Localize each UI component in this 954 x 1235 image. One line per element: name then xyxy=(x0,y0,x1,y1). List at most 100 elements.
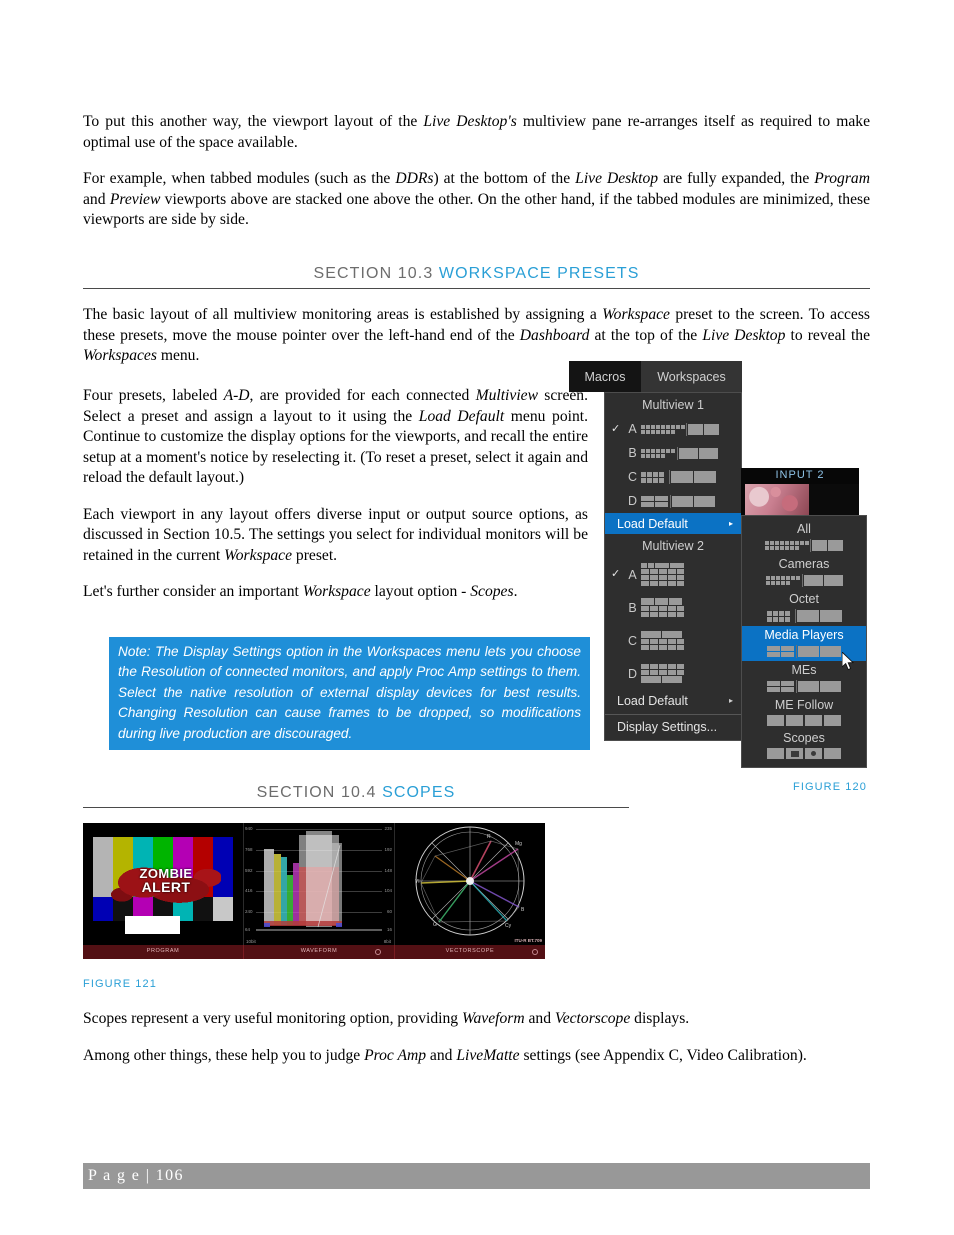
paragraph-8: Among other things, these help you to ju… xyxy=(83,1046,807,1064)
paragraph-5: Each viewport in any layout offers diver… xyxy=(83,505,588,564)
section-rule xyxy=(83,288,870,289)
document-page: To put this another way, the viewport la… xyxy=(0,0,954,1235)
load-default-submenu: All Cameras Octet Media Players MEs ME F… xyxy=(741,515,867,768)
layout-preview-icon xyxy=(742,715,866,726)
submenu-item-cameras[interactable]: Cameras xyxy=(742,555,866,590)
paragraph-6: Let's further consider an important Work… xyxy=(83,583,518,600)
layout-preview-icon xyxy=(641,664,684,683)
preset-letter: D xyxy=(627,666,638,681)
chevron-right-icon: ▸ xyxy=(728,519,733,528)
layout-preview-icon xyxy=(742,539,866,552)
figure-121-caption: FIGURE 121 xyxy=(83,978,157,990)
menu-item-load-default-mv2[interactable]: Load Default ▸ xyxy=(605,690,741,711)
workspaces-menu-widget: Macros Workspaces Multiview 1 ✓ A B C D … xyxy=(569,361,742,741)
submenu-item-me-follow[interactable]: ME Follow xyxy=(742,696,866,729)
chevron-right-icon: ▸ xyxy=(728,696,733,705)
preset-letter: D xyxy=(627,494,638,508)
thumbnail-black-area xyxy=(809,484,859,516)
group-header-multiview-2: Multiview 2 xyxy=(642,539,704,553)
preset-letter: B xyxy=(628,600,637,615)
submenu-label: Octet xyxy=(789,592,819,606)
zombie-alert-overlay: ZOMBIE ALERT xyxy=(111,861,221,909)
preset-row-mv1-d[interactable]: D xyxy=(605,489,741,513)
intro-paragraphs: To put this another way, the viewport la… xyxy=(83,112,870,247)
submenu-item-all[interactable]: All xyxy=(742,520,866,555)
vectorscope-panel: R Mg B Cy G Yl ITU-R BT.709 xyxy=(395,823,545,945)
vs-target-B: B xyxy=(521,907,525,913)
preset-row-mv2-b[interactable]: B xyxy=(605,591,741,624)
menu-item-load-default-mv1[interactable]: Load Default ▸ xyxy=(605,513,741,534)
figure-120-caption: FIGURE 120 xyxy=(793,781,867,793)
submenu-item-scopes[interactable]: Scopes xyxy=(742,729,866,762)
layout-preview-icon xyxy=(641,563,684,586)
submenu-label: ME Follow xyxy=(774,698,834,712)
group-header-multiview-1: Multiview 1 xyxy=(642,398,704,412)
section-title-10-4: SECTION 10.4 SCOPES xyxy=(256,784,456,801)
submenu-label: Cameras xyxy=(778,557,830,571)
scopes-figure-image: ZOMBIE ALERT 940 768 592 416 240 64 235 … xyxy=(83,823,545,959)
preset-letter: A xyxy=(628,567,637,582)
preset-row-mv1-b[interactable]: B xyxy=(605,441,741,465)
zombie-alert-text: ZOMBIE ALERT xyxy=(111,867,221,895)
load-default-label: Load Default xyxy=(617,516,688,531)
section-rule xyxy=(83,807,629,808)
menu-item-display-settings[interactable]: Display Settings... xyxy=(605,715,741,738)
tab-macros[interactable]: Macros xyxy=(569,361,641,392)
waveform-scope-panel: 940 768 592 416 240 64 235 192 148 104 6… xyxy=(244,823,394,945)
section-10-3-intro: The basic layout of all multiview monito… xyxy=(83,305,870,383)
display-settings-label: Display Settings... xyxy=(617,719,718,734)
vs-target-Cy: Cy xyxy=(505,923,512,929)
workspaces-dropdown: Multiview 1 ✓ A B C D Load Default ▸ Mul… xyxy=(604,392,742,741)
panel-label-program: PROGRAM xyxy=(146,948,180,954)
layout-preview-icon xyxy=(641,422,719,436)
program-monitor-panel: ZOMBIE ALERT xyxy=(83,823,243,945)
layout-preview-icon xyxy=(641,598,684,617)
vs-target-G: G xyxy=(433,922,437,928)
page-footer: P a g e | 106 xyxy=(83,1163,870,1189)
section-heading-10-4: SECTION 10.4 SCOPES xyxy=(83,784,629,808)
vs-target-R: R xyxy=(487,834,491,840)
layout-preview-icon xyxy=(641,470,716,484)
paragraph-3: The basic layout of all multiview monito… xyxy=(83,306,870,364)
submenu-item-octet[interactable]: Octet xyxy=(742,590,866,626)
white-patch xyxy=(125,916,180,934)
tab-workspaces[interactable]: Workspaces xyxy=(641,361,742,392)
preset-row-mv1-a[interactable]: ✓ A xyxy=(605,417,741,441)
layout-preview-icon xyxy=(641,446,718,460)
input-label: INPUT 2 xyxy=(775,469,825,481)
waveform-options-icon[interactable] xyxy=(375,949,381,955)
vectorscope-options-icon[interactable] xyxy=(532,949,538,955)
input-2-thumbnail: INPUT 2 xyxy=(741,468,859,516)
preset-row-mv2-a[interactable]: ✓ A xyxy=(605,558,741,591)
layout-preview-icon xyxy=(641,494,715,508)
section-10-3-body: Four presets, labeled A-D, are provided … xyxy=(83,386,588,619)
dashboard-tabs: Macros Workspaces xyxy=(569,361,742,392)
layout-preview-icon xyxy=(742,609,866,623)
preset-row-mv2-c[interactable]: C xyxy=(605,624,741,657)
check-icon: ✓ xyxy=(611,568,621,580)
section-heading-10-3: SECTION 10.3 WORKSPACE PRESETS xyxy=(83,265,870,289)
preset-row-mv2-d[interactable]: D xyxy=(605,657,741,690)
paragraph-2: For example, when tabbed modules (such a… xyxy=(83,170,870,228)
page-number-label: P a g e | 106 xyxy=(88,1167,184,1184)
vectorscope-graticule: R Mg B Cy G Yl xyxy=(415,826,525,936)
layout-preview-icon xyxy=(742,680,866,693)
overlay-line-2: ALERT xyxy=(141,879,191,895)
panel-label-vectorscope: VECTORSCOPE xyxy=(394,945,545,959)
mouse-cursor-icon xyxy=(842,652,855,671)
vectorscope-standard-label: ITU-R BT.709 xyxy=(514,938,542,943)
preset-row-mv1-c[interactable]: C xyxy=(605,465,741,489)
paragraph-1: To put this another way, the viewport la… xyxy=(83,113,871,151)
closing-paragraphs: Scopes represent a very useful monitorin… xyxy=(83,1009,870,1082)
submenu-label: All xyxy=(797,522,811,536)
waveform-trace xyxy=(256,831,382,931)
preset-letter: B xyxy=(628,446,637,460)
preset-letter: A xyxy=(628,422,637,436)
section-title-10-3: SECTION 10.3 WORKSPACE PRESETS xyxy=(313,265,640,282)
load-default-label: Load Default xyxy=(617,693,688,708)
preset-letter: C xyxy=(627,633,638,648)
layout-preview-icon xyxy=(742,748,866,759)
panel-label-waveform: WAVEFORM xyxy=(243,945,394,959)
paragraph-7: Scopes represent a very useful monitorin… xyxy=(83,1010,690,1027)
submenu-label: Media Players xyxy=(764,628,844,642)
